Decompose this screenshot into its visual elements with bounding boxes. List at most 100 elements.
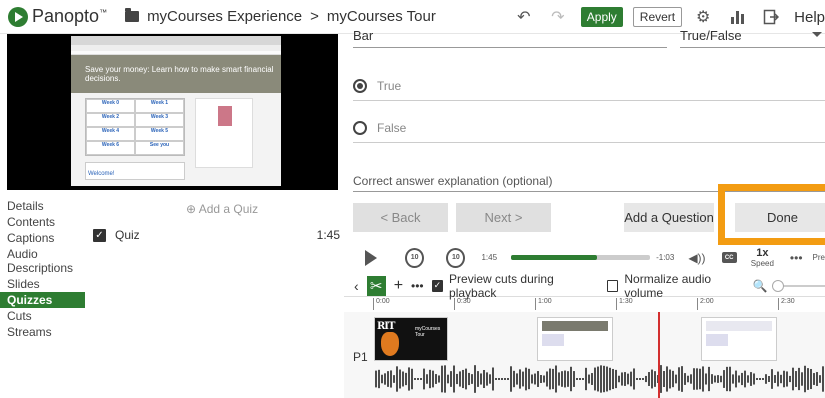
answer-option-true[interactable]: True bbox=[353, 71, 825, 101]
thumbnail-table bbox=[542, 334, 564, 346]
rit-logo: RIT bbox=[377, 321, 395, 332]
preview-label[interactable]: Pre bbox=[813, 253, 825, 262]
quiz-check-icon: ✓ bbox=[93, 228, 106, 242]
sidebar-item-slides[interactable]: Slides bbox=[7, 276, 85, 292]
sidebar-item-streams[interactable]: Streams bbox=[7, 324, 85, 340]
tiger-logo-icon bbox=[381, 332, 399, 356]
header-actions: ↶ ↷ Apply Revert ⚙ Help bbox=[513, 0, 825, 34]
track-thumbnail[interactable] bbox=[537, 317, 613, 361]
frame-instructor-photo bbox=[218, 106, 232, 126]
frame-cell: Week 3 bbox=[135, 113, 184, 127]
zoom-slider[interactable] bbox=[771, 279, 825, 292]
thumbnail-table bbox=[706, 334, 728, 346]
thumbnail-banner bbox=[542, 321, 608, 331]
quiz-time: 1:45 bbox=[316, 228, 340, 242]
answer-option-label: True bbox=[377, 78, 402, 93]
done-highlight: Done bbox=[718, 184, 825, 245]
next-button[interactable]: Next > bbox=[456, 203, 551, 232]
tick-label: 1:30 bbox=[616, 298, 633, 310]
apply-button[interactable]: Apply bbox=[580, 7, 623, 27]
plus-icon[interactable]: + bbox=[394, 277, 403, 295]
frame-browser-tabs bbox=[71, 36, 281, 45]
track-thumbnail[interactable] bbox=[701, 317, 777, 361]
question-field[interactable]: Bar bbox=[353, 29, 667, 48]
revert-button[interactable]: Revert bbox=[632, 7, 683, 27]
audio-waveform bbox=[375, 365, 824, 393]
frame-cell: Week 6 bbox=[86, 141, 135, 155]
undo-icon[interactable]: ↶ bbox=[513, 6, 535, 28]
timeline-tracks[interactable]: P1 RIT myCourses Tour bbox=[344, 312, 825, 398]
progress-fill bbox=[511, 255, 598, 260]
done-button[interactable]: Done bbox=[735, 203, 825, 232]
thumbnail-banner bbox=[706, 321, 772, 331]
exit-icon[interactable] bbox=[760, 6, 782, 28]
help-link[interactable]: Help bbox=[794, 9, 825, 26]
speed-value: 1x bbox=[756, 246, 769, 259]
answer-option-false[interactable]: False bbox=[353, 113, 825, 143]
remaining-time: -1:03 bbox=[656, 253, 675, 262]
back-button[interactable]: < Back bbox=[353, 203, 448, 232]
preview-cuts-label: Preview cuts during playback bbox=[449, 271, 554, 300]
captions-icon[interactable]: CC bbox=[721, 252, 737, 263]
folder-icon bbox=[125, 8, 140, 22]
frame-cell: Week 2 bbox=[86, 113, 135, 127]
track-label: P1 bbox=[353, 350, 368, 364]
radio-true[interactable] bbox=[353, 78, 367, 93]
sidebar-item-quizzes[interactable]: Quizzes bbox=[0, 292, 85, 308]
playhead[interactable] bbox=[658, 312, 660, 398]
sidebar-item-contents[interactable]: Contents bbox=[7, 214, 85, 230]
tick-label: 2:30 bbox=[778, 298, 795, 310]
more-icon[interactable]: ••• bbox=[790, 251, 803, 265]
tick-label: 2:00 bbox=[697, 298, 714, 310]
answer-option-label: False bbox=[377, 120, 407, 135]
panopto-logo-icon bbox=[8, 6, 28, 27]
skip-forward-icon[interactable]: 10 bbox=[446, 247, 466, 268]
frame-cell: Week 4 bbox=[86, 127, 135, 141]
zoom-slider-handle[interactable] bbox=[771, 279, 784, 292]
frame-row: Week 2 Week 3 bbox=[86, 113, 184, 127]
skip-back-icon[interactable]: 10 bbox=[405, 247, 425, 268]
frame-cell: Week 5 bbox=[135, 127, 184, 141]
frame-welcome: Welcome! bbox=[85, 162, 185, 180]
frame-row: Week 4 Week 5 bbox=[86, 127, 184, 141]
bar-chart-icon[interactable] bbox=[726, 6, 748, 28]
panopto-logo[interactable]: Panopto™ bbox=[8, 6, 107, 27]
sidebar-item-captions[interactable]: Captions bbox=[7, 230, 85, 246]
question-type-select[interactable]: True/False bbox=[680, 29, 825, 48]
frame-row: Week 0 Week 1 bbox=[86, 99, 184, 113]
sidebar-item-cuts[interactable]: Cuts bbox=[7, 308, 85, 324]
tick-label: 0:00 bbox=[373, 298, 390, 310]
video-frame: Save your money: Learn how to make smart… bbox=[71, 36, 281, 186]
frame-banner-line1: Save your money: Learn how to make smart… bbox=[85, 65, 274, 74]
preview-cuts-checkbox[interactable]: ✓ bbox=[431, 279, 444, 292]
frame-cell: See you bbox=[135, 141, 184, 155]
add-quiz-button[interactable]: ⊕ Add a Quiz bbox=[186, 202, 258, 216]
quiz-list-item[interactable]: ✓ Quiz 1:45 bbox=[93, 228, 340, 242]
speed-label: Speed bbox=[750, 258, 774, 268]
timeline-toolbar: ‹ ✂ + ••• ✓ Preview cuts during playback… bbox=[344, 271, 825, 300]
frame-schedule-table: Week 0 Week 1 Week 2 Week 3 Week 4 Week … bbox=[85, 98, 185, 156]
add-question-button[interactable]: Add a Question bbox=[624, 203, 714, 232]
timeline-ruler: 0:00 0:30 1:00 1:30 2:00 2:30 bbox=[370, 297, 825, 312]
progress-bar[interactable] bbox=[511, 255, 651, 260]
sidebar-item-details[interactable]: Details bbox=[7, 198, 85, 214]
normalize-audio-checkbox[interactable] bbox=[606, 279, 619, 292]
chevron-left-icon[interactable]: ‹ bbox=[354, 278, 359, 294]
player-controls: 10 10 1:45 -1:03 ◀)) CC 1x Speed ••• Pre bbox=[344, 240, 825, 275]
zoom-icon: 🔍 bbox=[752, 278, 768, 293]
question-type-value: True/False bbox=[680, 28, 742, 43]
sidebar-item-audio-descriptions[interactable]: Audio Descriptions bbox=[7, 246, 85, 276]
track-thumbnail[interactable]: RIT myCourses Tour bbox=[374, 317, 448, 361]
frame-banner: Save your money: Learn how to make smart… bbox=[71, 55, 281, 93]
scissors-icon[interactable]: ✂ bbox=[366, 275, 386, 296]
video-preview[interactable]: Save your money: Learn how to make smart… bbox=[7, 34, 338, 190]
current-time: 1:45 bbox=[481, 253, 498, 262]
redo-icon[interactable]: ↷ bbox=[547, 6, 569, 28]
breadcrumb-folder[interactable]: myCourses Experience bbox=[147, 8, 302, 25]
play-icon[interactable] bbox=[365, 249, 377, 266]
volume-icon[interactable]: ◀)) bbox=[688, 251, 705, 265]
more-icon[interactable]: ••• bbox=[411, 279, 424, 293]
speed-control[interactable]: 1x Speed bbox=[750, 246, 774, 268]
gear-icon[interactable]: ⚙ bbox=[692, 6, 714, 28]
radio-false[interactable] bbox=[353, 120, 367, 135]
